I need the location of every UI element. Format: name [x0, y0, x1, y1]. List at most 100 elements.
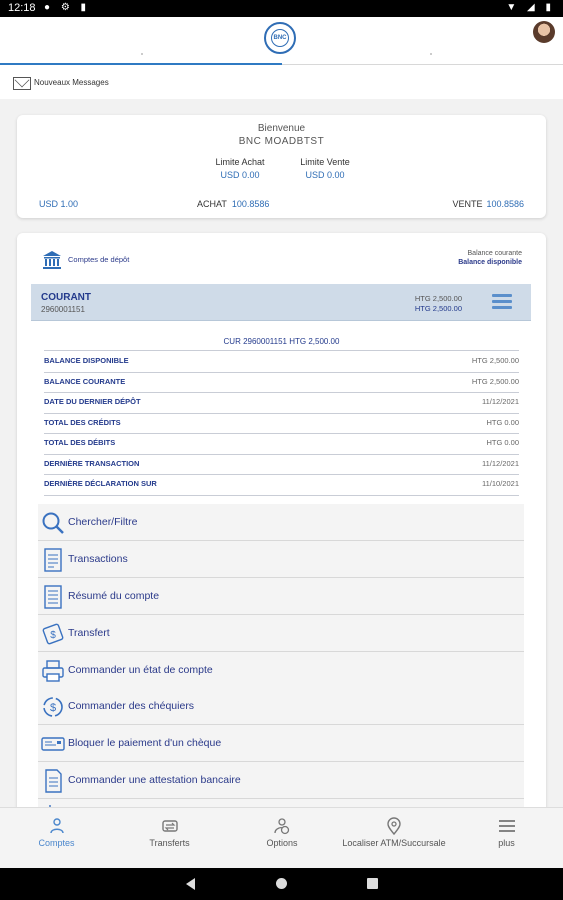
app-header: BNC — [0, 17, 563, 65]
nav-accounts[interactable]: Comptes — [0, 808, 113, 869]
options-icon — [273, 817, 291, 835]
detail-row: DERNIÈRE TRANSACTION 11/12/2021 — [44, 454, 519, 474]
nav-label: Transferts — [149, 838, 190, 848]
accounts-icon — [48, 817, 66, 835]
recent-apps-icon[interactable] — [367, 878, 378, 889]
transfer-icon: $ — [40, 621, 66, 647]
detail-value: HTG 2,500.00 — [471, 377, 519, 386]
balance-available-header: Balance disponible — [458, 259, 522, 266]
bottom-navigation: Comptes Transferts Options Localiser ATM… — [0, 807, 563, 868]
detail-label: DATE DU DERNIER DÉPÔT — [44, 397, 141, 406]
status-notification-icons: ● ⚙ ▮ — [44, 2, 91, 13]
sell-rate-value: 100.8586 — [486, 199, 524, 209]
detail-label: BALANCE COURANTE — [44, 377, 126, 386]
balance-current-header: Balance courante — [467, 250, 522, 257]
search-filter-button[interactable]: Chercher/Filtre — [38, 504, 524, 541]
detail-value: 11/12/2021 — [482, 397, 519, 406]
usd-rate: USD 1.00 — [39, 199, 79, 209]
buy-rate: ACHAT 100.8586 — [197, 199, 269, 209]
document-icon — [40, 584, 66, 610]
detail-value: 11/12/2021 — [482, 459, 519, 468]
detail-row: TOTAL DES DÉBITS HTG 0.00 — [44, 433, 519, 453]
action-label: Transfert — [68, 627, 110, 639]
status-system-icons: ▼ ◢ ▮ — [506, 2, 555, 13]
bank-logo: BNC — [264, 22, 296, 54]
account-number: 2960001151 — [41, 305, 85, 314]
detail-label: TOTAL DES DÉBITS — [44, 438, 116, 447]
status-time: 12:18 — [8, 2, 36, 14]
buy-rate-value: 100.8586 — [231, 199, 270, 209]
user-name: BNC MOADBTST — [238, 136, 325, 147]
detail-value: HTG 0.00 — [486, 418, 519, 427]
buy-rate-label: ACHAT — [197, 199, 227, 209]
accounts-card: Comptes de dépôt Balance courante Balanc… — [17, 233, 546, 833]
nav-label: Comptes — [38, 838, 75, 848]
action-label: Commander des chéquiers — [68, 700, 195, 712]
avatar[interactable] — [533, 21, 555, 43]
limit-sell-label: Limite Vente — [300, 157, 350, 167]
action-label: Chercher/Filtre — [68, 516, 138, 528]
limit-sell-value: USD 0.00 — [305, 170, 345, 180]
detail-row: TOTAL DES CRÉDITS HTG 0.00 — [44, 413, 519, 433]
limit-buy-label: Limite Achat — [215, 157, 265, 167]
action-label: Commander un état de compte — [68, 664, 213, 676]
back-icon[interactable] — [186, 878, 195, 890]
detail-row: DERNIÈRE DÉCLARATION SUR 11/10/2021 — [44, 474, 519, 494]
location-pin-icon — [385, 817, 403, 836]
transfer-button[interactable]: $ Transfert — [38, 615, 524, 652]
account-summary-button[interactable]: Résumé du compte — [38, 578, 524, 615]
detail-value: HTG 2,500.00 — [471, 356, 519, 365]
nav-transfers[interactable]: Transferts — [113, 808, 226, 869]
messages-bar[interactable]: Nouveaux Messages — [0, 65, 563, 99]
svg-text:$: $ — [50, 630, 56, 641]
transactions-button[interactable]: Transactions — [38, 541, 524, 578]
action-label: Résumé du compte — [68, 590, 160, 602]
order-chequebook-button[interactable]: $ Commander des chéquiers — [38, 688, 524, 725]
system-navigation-bar — [0, 868, 563, 900]
deposit-accounts-label: Comptes de dépôt — [68, 255, 130, 264]
order-bank-certificate-button[interactable]: Commander une attestation bancaire — [38, 762, 524, 799]
nav-label: Localiser ATM/Succursale — [342, 838, 446, 848]
detail-row: BALANCE DISPONIBLE HTG 2,500.00 — [44, 351, 519, 371]
sell-rate-label: VENTE — [452, 199, 483, 209]
nav-locate-atm[interactable]: Localiser ATM/Succursale — [338, 808, 450, 869]
detail-value: HTG 0.00 — [486, 438, 519, 447]
detail-value: 11/10/2021 — [482, 479, 519, 488]
new-messages-link[interactable]: Nouveaux Messages — [34, 78, 109, 87]
action-label: Bloquer le paiement d'un chèque — [68, 737, 222, 749]
document-list-icon — [40, 547, 66, 573]
account-detail-title: CUR 2960001151 HTG 2,500.00 — [223, 337, 340, 346]
search-icon — [40, 510, 66, 536]
dollar-cycle-icon: $ — [40, 694, 66, 720]
sell-rate: VENTE 100.8586 — [452, 199, 524, 209]
detail-label: BALANCE DISPONIBLE — [44, 356, 129, 365]
action-label: Transactions — [68, 553, 128, 565]
detail-label: DERNIÈRE TRANSACTION — [44, 459, 140, 468]
nav-options[interactable]: Options — [226, 808, 338, 869]
block-cheque-button[interactable]: Bloquer le paiement d'un chèque — [38, 725, 524, 762]
welcome-card: Bienvenue BNC MOADBTST Limite Achat USD … — [17, 115, 546, 218]
hamburger-menu-icon — [498, 817, 516, 835]
welcome-greeting: Bienvenue — [257, 123, 306, 134]
detail-row: BALANCE COURANTE HTG 2,500.00 — [44, 372, 519, 392]
account-type: COURANT — [41, 292, 91, 303]
limit-buy-value: USD 0.00 — [220, 170, 260, 180]
account-balance-current: HTG 2,500.00 — [414, 294, 462, 303]
svg-text:$: $ — [50, 702, 56, 714]
transfers-icon — [161, 817, 179, 835]
cheque-icon — [40, 731, 66, 757]
account-balance-available: HTG 2,500.00 — [414, 304, 462, 313]
nav-more[interactable]: plus — [450, 808, 563, 869]
order-statement-button[interactable]: Commander un état de compte — [38, 652, 524, 689]
certificate-icon — [40, 768, 66, 794]
envelope-icon[interactable] — [13, 77, 31, 90]
bank-icon — [43, 251, 61, 269]
account-menu-icon[interactable] — [492, 294, 512, 310]
detail-row: DATE DU DERNIER DÉPÔT 11/12/2021 — [44, 392, 519, 412]
home-icon[interactable] — [276, 878, 287, 889]
printer-icon — [40, 658, 66, 684]
account-row[interactable]: COURANT 2960001151 HTG 2,500.00 HTG 2,50… — [31, 284, 531, 321]
nav-label: plus — [498, 838, 515, 848]
nav-label: Options — [266, 838, 298, 848]
detail-label: DERNIÈRE DÉCLARATION SUR — [44, 479, 157, 488]
